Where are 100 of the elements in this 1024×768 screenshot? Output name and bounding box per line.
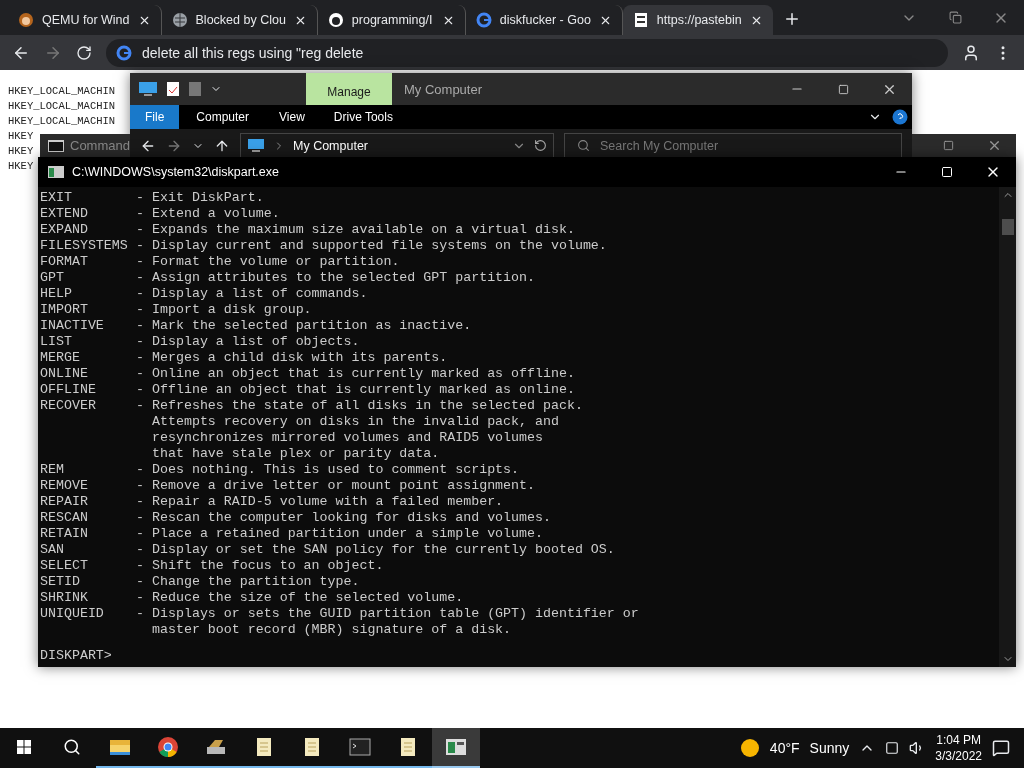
dash: - <box>136 542 145 558</box>
window-title: C:\WINDOWS\system32\diskpart.exe <box>72 165 279 179</box>
weather-condition: Sunny <box>809 740 850 756</box>
computer-icon <box>247 137 265 154</box>
dash: - <box>136 318 145 334</box>
installer-icon <box>205 737 227 757</box>
clock[interactable]: 1:04 PM 3/3/2022 <box>935 732 982 764</box>
manage-tab[interactable]: Manage <box>306 73 392 105</box>
command-name: OFFLINE <box>40 382 97 398</box>
help-icon <box>892 109 908 125</box>
command-name: MERGE <box>40 350 81 366</box>
command-description: resynchronizes mirrored volumes and RAID5 volumes <box>152 430 544 446</box>
command-name: SAN <box>40 542 65 558</box>
command-description: Display current and supported file systems on the volume. <box>152 238 608 254</box>
command-name: UNIQUEID <box>40 606 105 623</box>
window-icon <box>445 737 467 757</box>
ribbon-tab[interactable]: File <box>130 105 180 129</box>
command-description: Format the volume or partition. <box>152 254 401 270</box>
command-name: REMOVE <box>40 478 89 494</box>
command-description: Assign attributes to the selected GPT partition. <box>152 270 536 286</box>
search-icon <box>63 738 81 756</box>
page-text: HKEY_LOCAL_MACHIN <box>8 84 116 99</box>
dash: - <box>136 366 145 382</box>
address-bar[interactable]: delete all this regs using "reg delete <box>106 38 948 67</box>
dash: - <box>136 606 145 623</box>
notepad-icon <box>398 736 418 758</box>
document-icon <box>632 12 649 28</box>
command-description: Display a list of objects. <box>152 334 361 350</box>
command-name: INACTIVE <box>40 318 105 334</box>
command-description: Merges a child disk with its parents. <box>152 350 449 366</box>
command-prompt: DISKPART> <box>40 648 113 664</box>
ribbon-tab[interactable]: Computer <box>179 105 267 129</box>
google-icon <box>475 12 492 28</box>
command-description: Does nothing. This is used to comment scripts. <box>152 462 521 478</box>
dash: - <box>136 398 145 415</box>
search-icon <box>577 139 590 152</box>
windows-icon <box>16 739 32 755</box>
command-name: HELP <box>40 286 73 302</box>
command-name: RETAIN <box>40 526 89 542</box>
dash: - <box>136 254 145 270</box>
dash: - <box>136 302 145 318</box>
command-description: Display a list of commands. <box>152 286 369 302</box>
command-name: RESCAN <box>40 510 89 526</box>
command-description: Expands the maximum size available on a virtual disk. <box>152 222 576 238</box>
notification-icon[interactable] <box>992 739 1010 757</box>
command-name: SHRINK <box>40 590 89 606</box>
browser-tab[interactable]: https://pastebin <box>622 5 773 35</box>
dash: - <box>136 206 145 222</box>
scrollbar[interactable] <box>999 187 1016 667</box>
terminal-icon <box>349 737 371 757</box>
command-name: SETID <box>40 574 81 590</box>
command-description: Remove a drive letter or mount point assignment. <box>152 478 536 494</box>
command-description: Extend a volume. <box>152 206 281 222</box>
reload-icon[interactable] <box>76 44 92 61</box>
command-name: EXPAND <box>40 222 89 238</box>
notepad-icon <box>254 736 274 758</box>
dash: - <box>136 286 145 302</box>
scrollbar-thumb[interactable] <box>1002 219 1014 235</box>
command-name: FORMAT <box>40 254 89 270</box>
page-text: HKEY_LOCAL_MACHIN <box>8 99 116 114</box>
google-icon <box>116 44 132 61</box>
command-description: Attempts recovery on disks in the invalid pack, and <box>152 414 560 430</box>
command-description: Refreshes the state of all disks in the selected pack. <box>152 398 584 414</box>
drive-icon <box>188 81 202 97</box>
command-name: EXTEND <box>40 206 89 222</box>
chrome-icon <box>157 736 179 758</box>
command-description: Rescan the computer looking for disks and volumes. <box>152 510 552 526</box>
command-description: Import a disk group. <box>152 302 313 318</box>
command-name: REPAIR <box>40 494 89 510</box>
command-description: Display or set the SAN policy for the currently booted OS. <box>152 542 616 558</box>
console-icon <box>48 139 64 152</box>
command-description: Exit DiskPart. <box>152 190 265 206</box>
command-name: FILESYSTEMS <box>40 238 129 254</box>
taskbar-app[interactable] <box>432 728 480 768</box>
command-description: Change the partition type. <box>152 574 361 590</box>
ribbon-tab[interactable]: View <box>266 105 318 129</box>
command-name: ONLINE <box>40 366 89 382</box>
globe-icon <box>171 12 188 28</box>
dash: - <box>136 238 145 254</box>
dash: - <box>136 382 145 398</box>
temperature: 40°F <box>769 740 800 756</box>
page-text: HKEY <box>8 129 34 144</box>
console-icon <box>48 166 64 178</box>
command-name: RECOVER <box>40 398 97 415</box>
command-name: SELECT <box>40 558 89 574</box>
command-name: LIST <box>40 334 73 350</box>
refresh-icon[interactable] <box>534 139 547 152</box>
dash: - <box>136 494 145 510</box>
dash: - <box>136 462 145 478</box>
command-description: that have stale plex or parity data. <box>152 446 441 462</box>
command-description: Online an object that is currently marked as offline. <box>152 366 576 382</box>
profile-icon[interactable] <box>962 43 980 62</box>
properties-icon <box>166 81 180 97</box>
dash: - <box>136 510 145 526</box>
window-title: My Computer <box>403 81 484 97</box>
dash: - <box>136 574 145 590</box>
command-description: Reduce the size of the selected volume. <box>152 590 465 606</box>
ribbon-tab[interactable]: Drive Tools <box>317 105 409 129</box>
command-description: Shift the focus to an object. <box>152 558 385 574</box>
dash: - <box>136 590 145 606</box>
